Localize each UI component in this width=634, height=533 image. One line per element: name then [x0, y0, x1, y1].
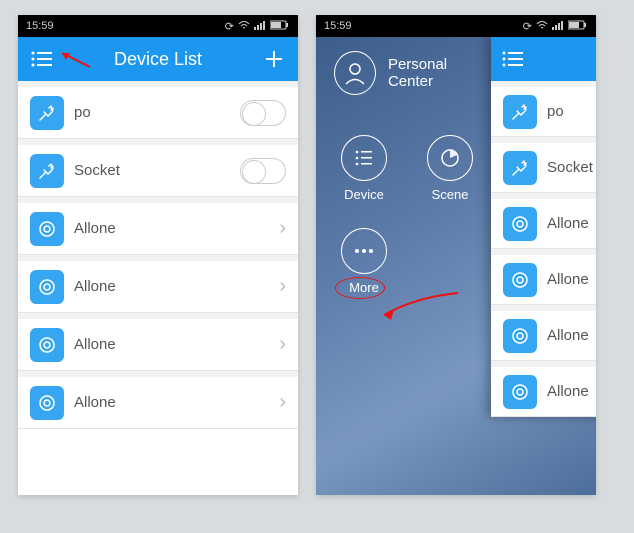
nav-drawer: Personal Center Device Scene More: [316, 37, 491, 495]
header-title-short: D: [527, 49, 596, 70]
remote-icon: [503, 375, 537, 409]
header-title: Device List: [56, 49, 260, 70]
drawer-item-label: More: [349, 280, 379, 295]
device-name: Allone: [547, 215, 596, 232]
device-name: Socket: [547, 159, 596, 176]
sync-icon: ⟳: [523, 20, 532, 33]
menu-icon[interactable]: [499, 45, 527, 73]
device-row[interactable]: Allone: [491, 255, 596, 305]
device-name: Allone: [547, 271, 596, 288]
plug-icon: [503, 151, 537, 185]
remote-icon: [30, 212, 64, 246]
status-bar: 15:59 ⟳: [316, 15, 596, 37]
dots-icon: [341, 228, 387, 274]
device-list: po Socket Allone › Allone ›: [18, 81, 298, 429]
device-row[interactable]: po: [491, 87, 596, 137]
app-header: D: [491, 37, 596, 81]
device-row[interactable]: po: [18, 87, 298, 139]
chevron-right-icon: ›: [279, 217, 286, 240]
shifted-panel[interactable]: D po Socket Allone Allone: [491, 37, 596, 417]
chevron-right-icon: ›: [279, 275, 286, 298]
drawer-item-label: Device: [344, 187, 384, 202]
remote-icon: [503, 207, 537, 241]
status-bar: 15:59 ⟳: [18, 15, 298, 37]
avatar-icon: [334, 51, 376, 95]
wifi-icon: [238, 20, 250, 33]
signal-icon: [552, 20, 564, 33]
device-row[interactable]: Allone: [491, 311, 596, 361]
drawer-menu: Device Scene More: [334, 135, 494, 295]
status-time: 15:59: [324, 20, 352, 32]
list-icon: [341, 135, 387, 181]
signal-icon: [254, 20, 266, 33]
device-row[interactable]: Socket: [18, 145, 298, 197]
remote-icon: [30, 328, 64, 362]
device-row[interactable]: Socket: [491, 143, 596, 193]
device-name: Socket: [74, 162, 230, 179]
drawer-item-more[interactable]: More: [334, 228, 394, 295]
menu-icon[interactable]: [28, 45, 56, 73]
device-name: po: [547, 103, 596, 120]
annotation-ellipse: [335, 277, 385, 299]
device-name: Allone: [74, 394, 269, 411]
device-row[interactable]: Allone: [491, 199, 596, 249]
remote-icon: [30, 386, 64, 420]
sync-icon: ⟳: [225, 20, 234, 33]
device-toggle[interactable]: [240, 158, 286, 184]
status-right: ⟳: [523, 20, 588, 33]
plug-icon: [503, 95, 537, 129]
app-header: Device List: [18, 37, 298, 81]
device-name: Allone: [547, 383, 596, 400]
drawer-item-label: Scene: [432, 187, 469, 202]
pie-icon: [427, 135, 473, 181]
remote-icon: [503, 319, 537, 353]
battery-icon: [568, 20, 588, 33]
chevron-right-icon: ›: [279, 391, 286, 414]
device-row[interactable]: Allone ›: [18, 203, 298, 255]
device-name: Allone: [74, 336, 269, 353]
device-toggle[interactable]: [240, 100, 286, 126]
plug-icon: [30, 154, 64, 188]
chevron-right-icon: ›: [279, 333, 286, 356]
remote-icon: [30, 270, 64, 304]
drawer-item-scene[interactable]: Scene: [420, 135, 480, 202]
battery-icon: [270, 20, 290, 33]
drawer-item-device[interactable]: Device: [334, 135, 394, 202]
status-time: 15:59: [26, 20, 54, 32]
wifi-icon: [536, 20, 548, 33]
drawer-profile-label: Personal Center: [388, 56, 491, 90]
drawer-profile[interactable]: Personal Center: [334, 51, 491, 95]
device-name: Allone: [74, 278, 269, 295]
plug-icon: [30, 96, 64, 130]
device-name: po: [74, 104, 230, 121]
device-row[interactable]: Allone ›: [18, 261, 298, 313]
device-name: Allone: [547, 327, 596, 344]
device-list: po Socket Allone Allone Allone: [491, 81, 596, 417]
add-icon[interactable]: [260, 45, 288, 73]
device-row[interactable]: Allone ›: [18, 319, 298, 371]
device-name: Allone: [74, 220, 269, 237]
phone-left: 15:59 ⟳ Device List: [18, 15, 298, 495]
remote-icon: [503, 263, 537, 297]
phone-right: 15:59 ⟳ Personal Center: [316, 15, 596, 495]
device-row[interactable]: Allone ›: [18, 377, 298, 429]
device-row[interactable]: Allone: [491, 367, 596, 417]
status-right: ⟳: [225, 20, 290, 33]
